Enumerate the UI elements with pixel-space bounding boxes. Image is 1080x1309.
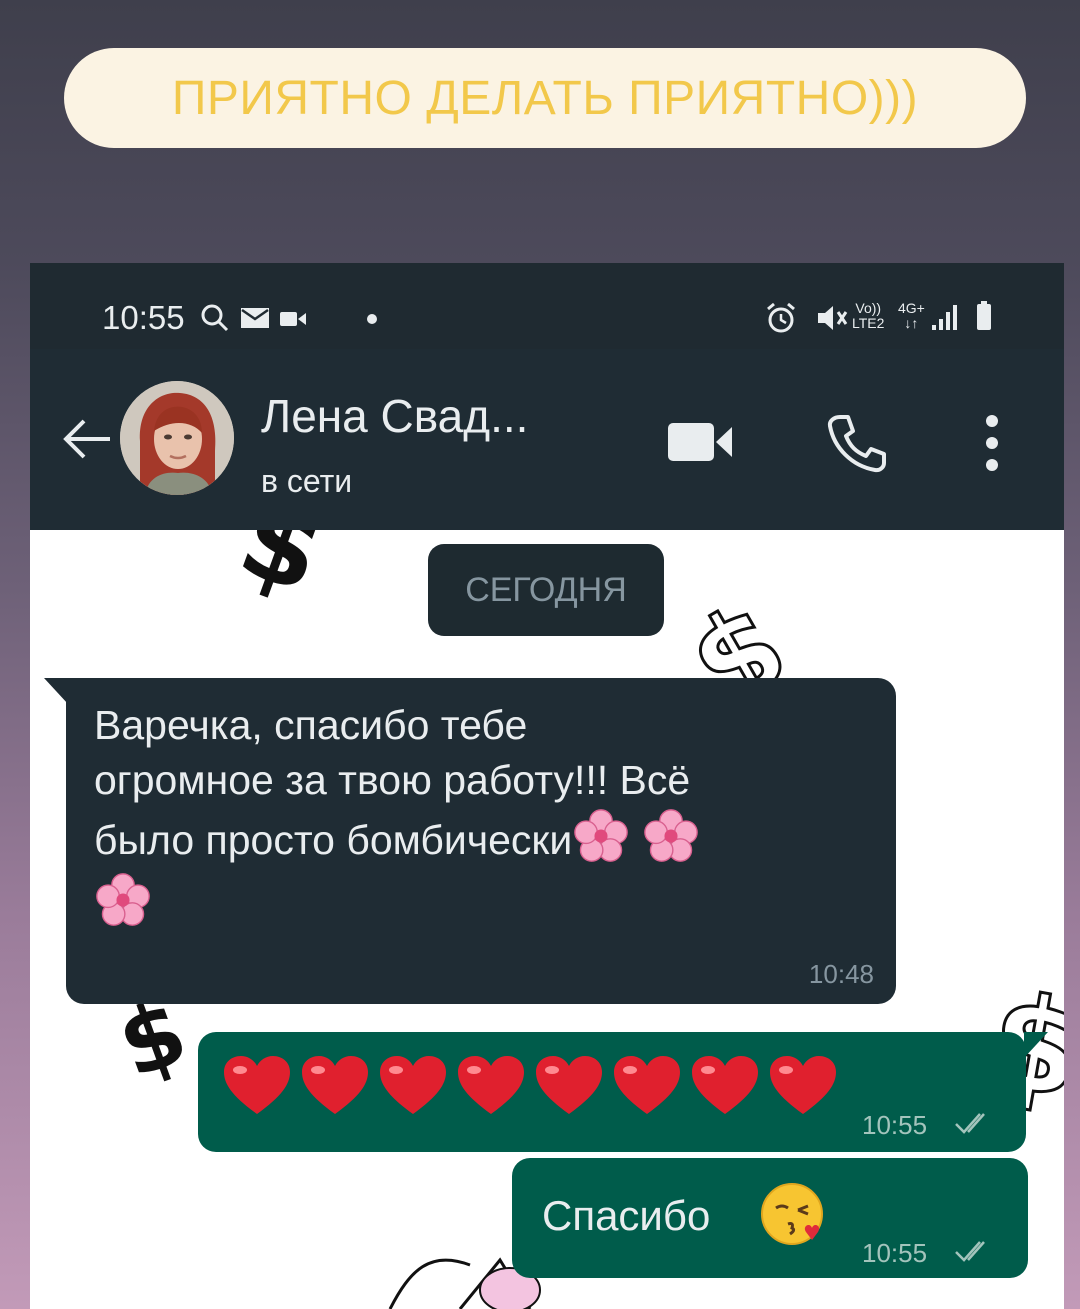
cherry-blossom-icon	[643, 809, 698, 862]
video-icon	[280, 312, 306, 326]
message-text: Спасибо	[542, 1192, 711, 1239]
message-line: огромное за твою работу!!! Всё	[94, 757, 691, 803]
red-heart-icon	[614, 1056, 680, 1114]
signal-icon	[932, 305, 957, 330]
read-receipt-icon	[955, 1241, 985, 1262]
status-bar: 10:55 Vo)) LTE2 4G+ ↓↑	[30, 263, 1064, 349]
mute-icon	[818, 306, 848, 330]
red-heart-icon	[380, 1056, 446, 1114]
mail-icon	[241, 308, 269, 328]
red-heart-icon	[770, 1056, 836, 1114]
svg-text:$: $	[224, 530, 340, 618]
outgoing-message[interactable]: 10:55	[198, 1032, 1048, 1152]
phone-screenshot: 10:55 Vo)) LTE2 4G+ ↓↑ Лена Свад... в се…	[30, 263, 1064, 1309]
contact-name[interactable]: Лена Свад...	[261, 389, 528, 443]
volte-icon: Vo)) LTE2	[852, 300, 885, 331]
red-heart-icon	[536, 1056, 602, 1114]
dot-icon	[367, 314, 377, 324]
search-icon	[201, 304, 229, 332]
message-time: 10:55	[862, 1238, 928, 1268]
phone-call-icon[interactable]	[826, 413, 886, 473]
incoming-message[interactable]: Варечка, спасибо тебе огромное за твою р…	[44, 678, 896, 1004]
chat-header: Лена Свад... в сети	[30, 349, 1064, 530]
alarm-icon	[767, 302, 795, 333]
bubble-tail	[44, 678, 68, 704]
more-options-icon[interactable]	[980, 413, 1004, 473]
message-line: было просто бомбически	[94, 808, 884, 868]
cherry-blossom-icon	[96, 873, 150, 926]
contact-status: в сети	[261, 463, 353, 499]
message-line	[94, 872, 884, 932]
battery-icon	[977, 301, 991, 330]
red-heart-icon	[302, 1056, 368, 1114]
outgoing-message[interactable]: Спасибо 10:55	[512, 1158, 1028, 1278]
status-time: 10:55	[102, 299, 185, 336]
chat-area[interactable]: $ $ $ $ СЕГОДНЯ Варечка, спасибо тебе ог…	[30, 530, 1064, 1309]
avatar-photo	[120, 381, 234, 495]
cherry-blossom-icon	[574, 809, 629, 862]
kissing-face-icon	[761, 1183, 823, 1245]
back-arrow-icon[interactable]	[58, 409, 118, 469]
message-line: Варечка, спасибо тебе	[94, 702, 528, 748]
red-heart-icon	[692, 1056, 758, 1114]
read-receipt-icon	[955, 1113, 985, 1134]
bubble-tail	[1024, 1032, 1048, 1058]
date-label: СЕГОДНЯ	[465, 570, 627, 609]
message-time: 10:55	[862, 1110, 928, 1140]
date-chip: СЕГОДНЯ	[428, 544, 664, 636]
caption-text: ПРИЯТНО ДЕЛАТЬ ПРИЯТНО)))	[171, 71, 919, 125]
4g-icon: 4G+ ↓↑	[898, 300, 925, 331]
message-time: 10:48	[808, 959, 874, 989]
hearts-row	[222, 1054, 838, 1118]
red-heart-icon	[224, 1056, 290, 1114]
story-caption: ПРИЯТНО ДЕЛАТЬ ПРИЯТНО)))	[64, 48, 1026, 148]
message-text: Варечка, спасибо тебе огромное за твою р…	[94, 698, 884, 932]
video-call-icon[interactable]	[666, 419, 736, 465]
avatar[interactable]	[120, 381, 234, 495]
red-heart-icon	[458, 1056, 524, 1114]
